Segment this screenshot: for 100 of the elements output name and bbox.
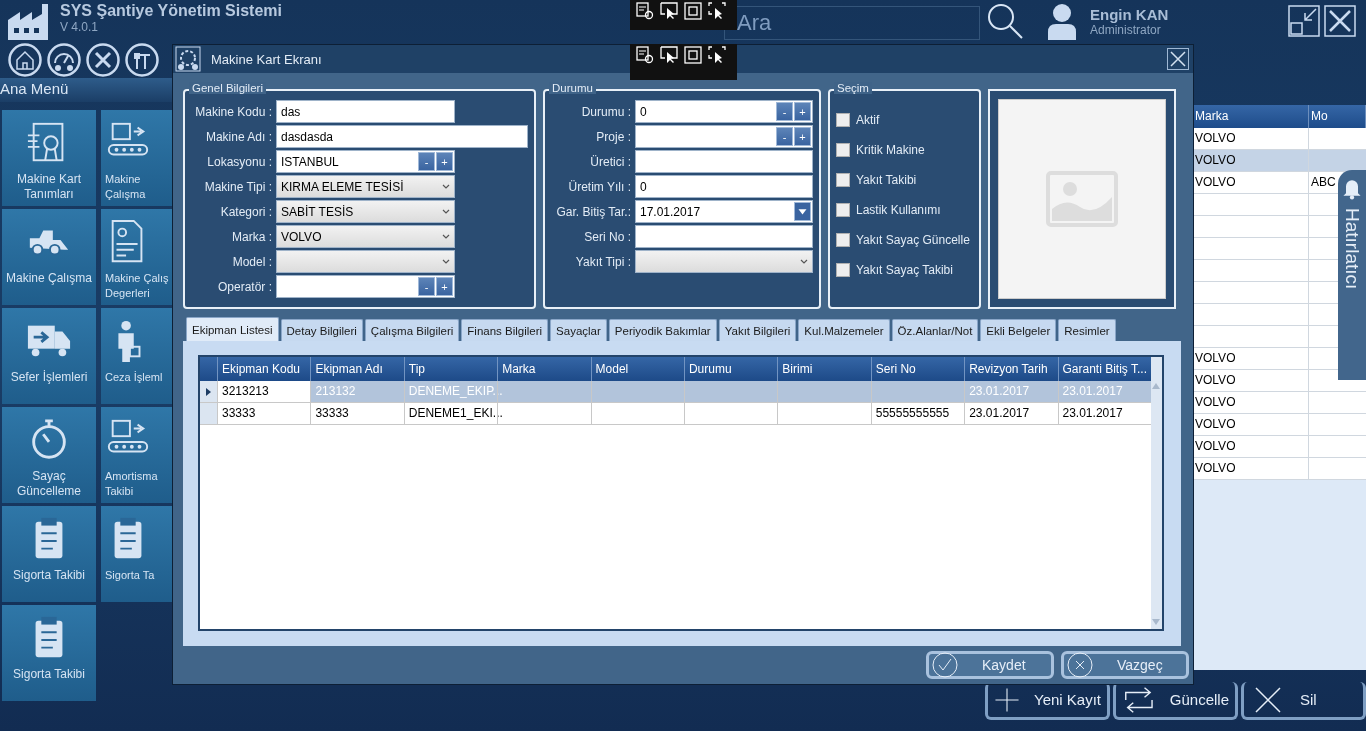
chevron-down-icon bbox=[442, 259, 450, 264]
table-cell: 33333 bbox=[217, 403, 311, 424]
table-cell: 23.01.2017 bbox=[1057, 381, 1151, 402]
menu-tile[interactable]: Makine Çalışma bbox=[2, 209, 96, 305]
date-field[interactable]: 17.01.2017 bbox=[635, 200, 813, 223]
tab[interactable]: Finans Bilgileri bbox=[461, 319, 549, 341]
select-pointer-icon[interactable] bbox=[708, 2, 726, 20]
checkbox-label[interactable]: Lastik Kullanımı bbox=[856, 203, 941, 217]
tab[interactable]: Öz.Alanlar/Not bbox=[891, 319, 979, 341]
chevron-down-icon bbox=[800, 259, 808, 264]
text-field[interactable]: 0 bbox=[635, 175, 813, 198]
table-cell: 23.01.2017 bbox=[1057, 403, 1151, 424]
field-label: Üretici : bbox=[589, 154, 632, 169]
row-pointer-icon bbox=[206, 387, 211, 396]
checkbox-label[interactable]: Yakıt Sayaç Güncelle bbox=[856, 233, 970, 247]
restore-icon[interactable] bbox=[1288, 5, 1320, 37]
checkbox[interactable] bbox=[836, 173, 850, 187]
tab[interactable]: Periyodik Bakımlar bbox=[608, 319, 717, 341]
table-cell: 23.01.2017 bbox=[964, 403, 1058, 424]
tab[interactable]: Ekli Belgeler bbox=[980, 319, 1057, 341]
dropdown[interactable]: SABİT TESİS bbox=[276, 200, 455, 223]
group-legend: Genel Bilgileri bbox=[189, 82, 266, 94]
stepper-field[interactable]: - + bbox=[635, 125, 813, 148]
dropdown-icon[interactable] bbox=[794, 202, 811, 221]
stepper-field[interactable]: 0 - + bbox=[635, 100, 813, 123]
inspect-icon[interactable] bbox=[636, 46, 654, 64]
checkbox-label[interactable]: Aktif bbox=[856, 113, 880, 127]
tab[interactable]: Resimler bbox=[1058, 319, 1116, 341]
menu-tile[interactable]: Makine Çalış Degerleri bbox=[101, 209, 172, 305]
checkbox-label[interactable]: Yakıt Sayaç Takibi bbox=[856, 263, 953, 277]
reminder-tab[interactable]: Hatırlatıcı bbox=[1338, 170, 1366, 380]
dialog-button[interactable]: Vazgeç bbox=[1061, 651, 1189, 679]
tab[interactable]: Kul.Malzemeler bbox=[798, 319, 890, 341]
menu-tile[interactable]: Ceza İşleml bbox=[101, 308, 172, 404]
version-label: V 4.0.1 bbox=[60, 20, 99, 34]
tab[interactable]: Detay Bilgileri bbox=[280, 319, 363, 341]
menu-tile[interactable]: Makine Çalışma bbox=[101, 110, 172, 206]
tab[interactable]: Ekipman Listesi bbox=[186, 317, 279, 341]
action-button[interactable]: Sil bbox=[1241, 682, 1366, 720]
menu-tile[interactable]: Sigorta Takibi bbox=[2, 605, 96, 701]
tab[interactable]: Yakıt Bilgileri bbox=[718, 319, 797, 341]
text-field[interactable] bbox=[635, 225, 813, 248]
close-icon[interactable] bbox=[1324, 5, 1356, 37]
inspect-icon[interactable] bbox=[636, 2, 654, 20]
text-field[interactable]: das bbox=[276, 100, 455, 123]
user-icon bbox=[1046, 2, 1078, 40]
app-title: SYS Şantiye Yönetim Sistemi bbox=[60, 2, 282, 20]
field-label: Makine Kodu : bbox=[194, 104, 273, 119]
step-button[interactable]: - bbox=[418, 152, 435, 171]
menu-tile[interactable]: Makine Kart Tanımları bbox=[2, 110, 96, 206]
dropdown[interactable]: KIRMA ELEME TESİSİ bbox=[276, 175, 455, 198]
step-button[interactable]: - bbox=[418, 277, 435, 296]
menu-tile[interactable]: Sigorta Takibi bbox=[2, 506, 96, 602]
checkbox[interactable] bbox=[836, 143, 850, 157]
checkbox-label[interactable]: Yakıt Takibi bbox=[856, 173, 917, 187]
select-pointer-icon[interactable] bbox=[660, 46, 678, 64]
search-icon[interactable] bbox=[986, 2, 1024, 40]
column-header[interactable]: Mo bbox=[1309, 105, 1366, 128]
close-button[interactable] bbox=[1167, 48, 1189, 70]
table-cell: 3213213 bbox=[217, 381, 311, 402]
menu-tile[interactable]: Sefer İşlemleri bbox=[2, 308, 96, 404]
checkbox[interactable] bbox=[836, 203, 850, 217]
select-pointer-icon[interactable] bbox=[708, 46, 726, 64]
stepper-field[interactable]: - + bbox=[276, 275, 455, 298]
dialog-button[interactable]: Kaydet bbox=[926, 651, 1054, 679]
row-header[interactable] bbox=[200, 381, 217, 402]
stepper-field[interactable]: ISTANBUL - + bbox=[276, 150, 455, 173]
step-button[interactable]: + bbox=[436, 152, 453, 171]
checkbox[interactable] bbox=[836, 113, 850, 127]
user-role: Administrator bbox=[1090, 22, 1162, 37]
cancel-icon bbox=[1067, 652, 1093, 678]
field-label: Makine Tipi : bbox=[203, 179, 273, 194]
checkbox[interactable] bbox=[836, 263, 850, 277]
step-button[interactable]: - bbox=[776, 127, 793, 146]
step-button[interactable]: + bbox=[794, 102, 811, 121]
select-pointer-icon[interactable] bbox=[660, 2, 678, 20]
step-button[interactable]: + bbox=[436, 277, 453, 296]
field-label: Marka : bbox=[231, 229, 273, 244]
frame-icon[interactable] bbox=[684, 46, 702, 64]
gauge-icon[interactable] bbox=[47, 43, 81, 77]
dropdown[interactable]: VOLVO bbox=[276, 225, 455, 248]
tab[interactable]: Çalışma Bilgileri bbox=[364, 319, 460, 341]
checkbox[interactable] bbox=[836, 233, 850, 247]
checkbox-label[interactable]: Kritik Makine bbox=[856, 143, 925, 157]
field-label: Kategori : bbox=[219, 204, 273, 219]
frame-icon[interactable] bbox=[684, 2, 702, 20]
field-label: Yakıt Tipi : bbox=[574, 254, 632, 269]
step-button[interactable]: + bbox=[794, 127, 811, 146]
field-label: Durumu : bbox=[580, 104, 632, 119]
text-field[interactable]: dasdasda bbox=[276, 125, 528, 148]
step-button[interactable]: - bbox=[776, 102, 793, 121]
search-field[interactable]: Ara bbox=[724, 6, 980, 40]
field-label: Model : bbox=[231, 254, 273, 269]
menu-tile[interactable]: Sigorta Ta bbox=[101, 506, 172, 602]
menu-tile[interactable]: Amortisma Takibi bbox=[101, 407, 172, 503]
field-label: Operatör : bbox=[216, 279, 273, 294]
menu-tile[interactable]: Sayaç Güncelleme bbox=[2, 407, 96, 503]
home-icon[interactable] bbox=[8, 43, 42, 77]
text-field[interactable] bbox=[635, 150, 813, 173]
tab[interactable]: Sayaçlar bbox=[550, 319, 607, 341]
